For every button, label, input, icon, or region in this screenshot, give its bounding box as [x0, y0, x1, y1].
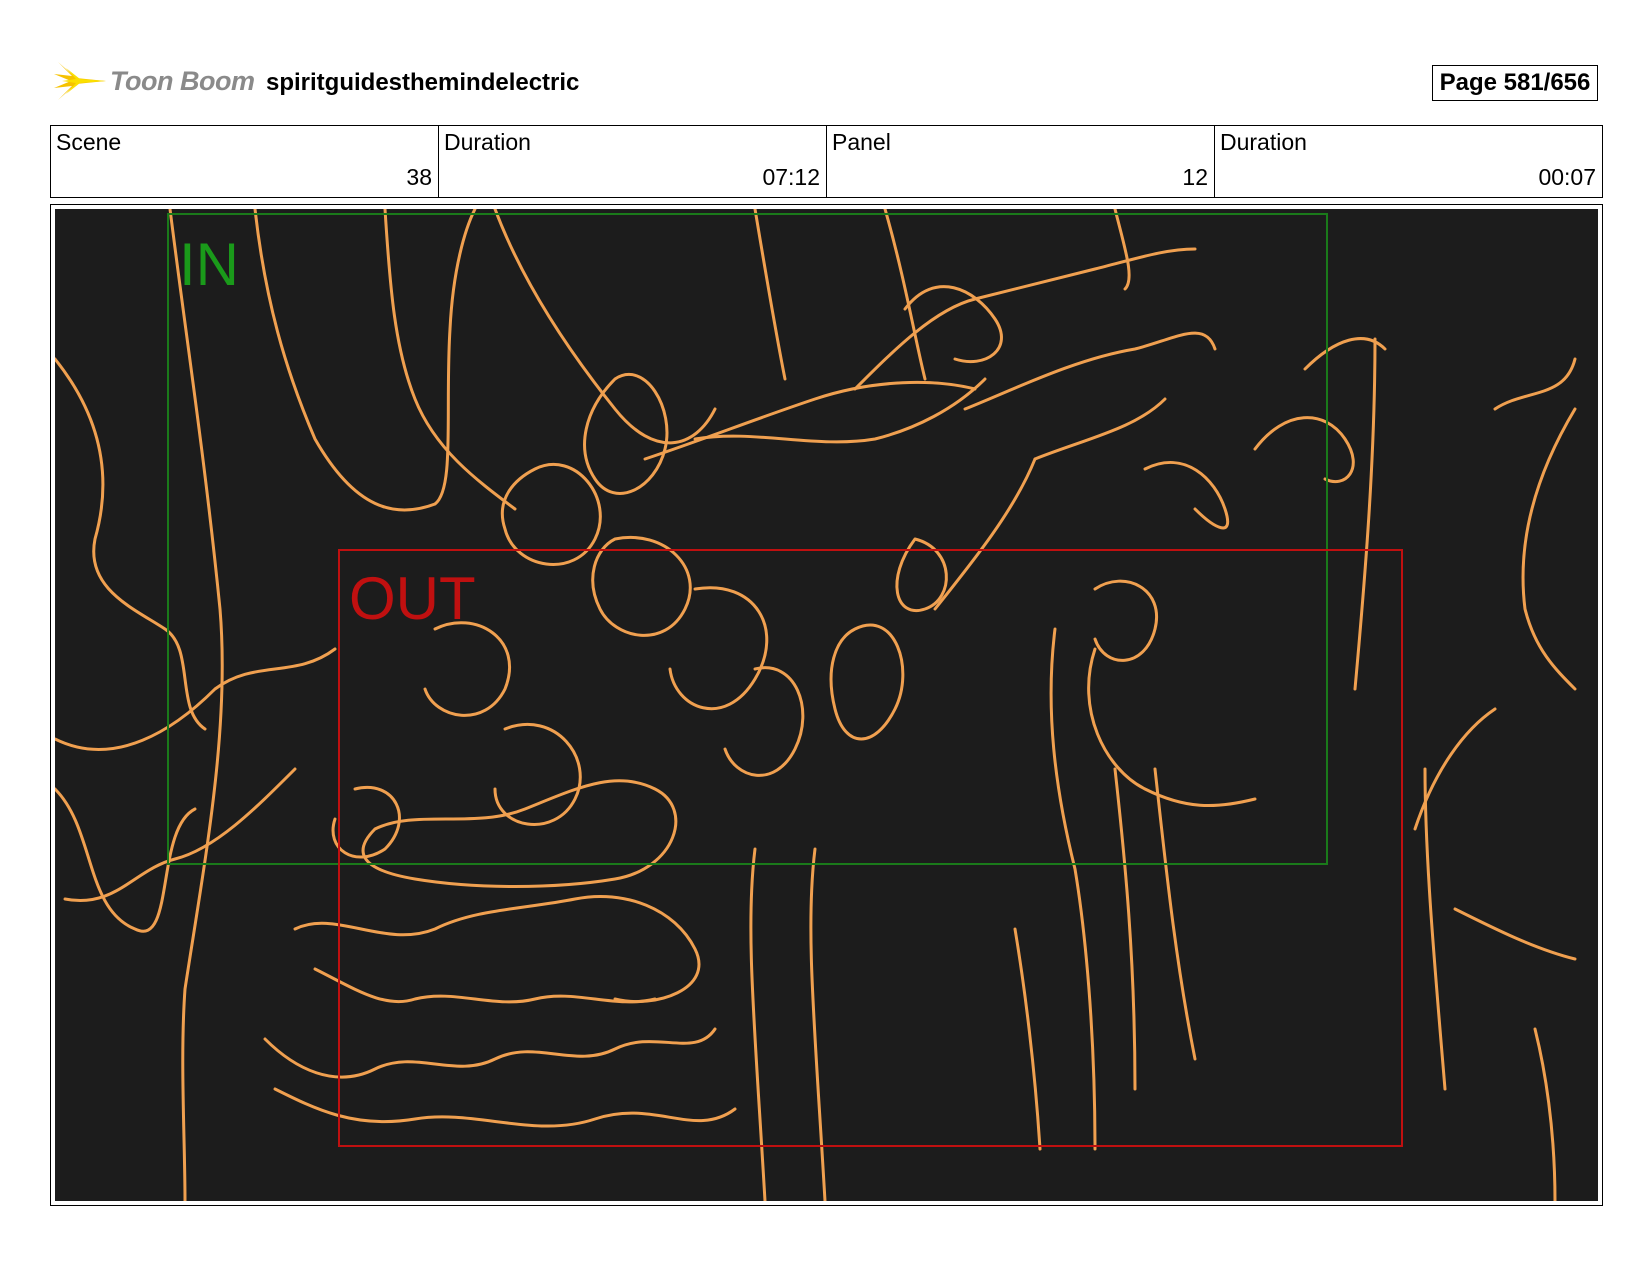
scene-cell: Scene 38: [51, 126, 439, 197]
starburst-icon: [54, 62, 106, 100]
storyboard-panel-frame: IN OUT: [50, 204, 1603, 1206]
toon-boom-logo: Toon Boom: [54, 56, 255, 106]
logo-wordmark: Toon Boom: [110, 66, 255, 96]
scene-value: 38: [406, 164, 432, 190]
storyboard-panel-image: IN OUT: [55, 209, 1598, 1201]
in-frame: [167, 213, 1328, 865]
out-frame-label: OUT: [349, 565, 476, 632]
panel-cell: Panel 12: [827, 126, 1215, 197]
page-number: Page 581/656: [1432, 65, 1598, 101]
sketch-drawing: [55, 209, 1577, 1201]
in-frame-label: IN: [179, 231, 239, 298]
scene-duration-cell: Duration 07:12: [439, 126, 827, 197]
scene-duration-value: 07:12: [762, 164, 820, 190]
panel-duration-label: Duration: [1220, 129, 1307, 155]
scene-label: Scene: [56, 129, 122, 155]
scene-duration-label: Duration: [444, 129, 531, 155]
panel-value: 12: [1182, 164, 1208, 190]
page-header: Toon Boom spiritguidesthemindelectric Pa…: [50, 56, 1600, 106]
panel-duration-cell: Duration 00:07: [1215, 126, 1602, 197]
panel-label: Panel: [832, 129, 891, 155]
scene-info-table: Scene 38 Duration 07:12 Panel 12 Duratio…: [50, 125, 1603, 198]
project-title: spiritguidesthemindelectric: [266, 69, 580, 96]
panel-duration-value: 00:07: [1538, 164, 1596, 190]
